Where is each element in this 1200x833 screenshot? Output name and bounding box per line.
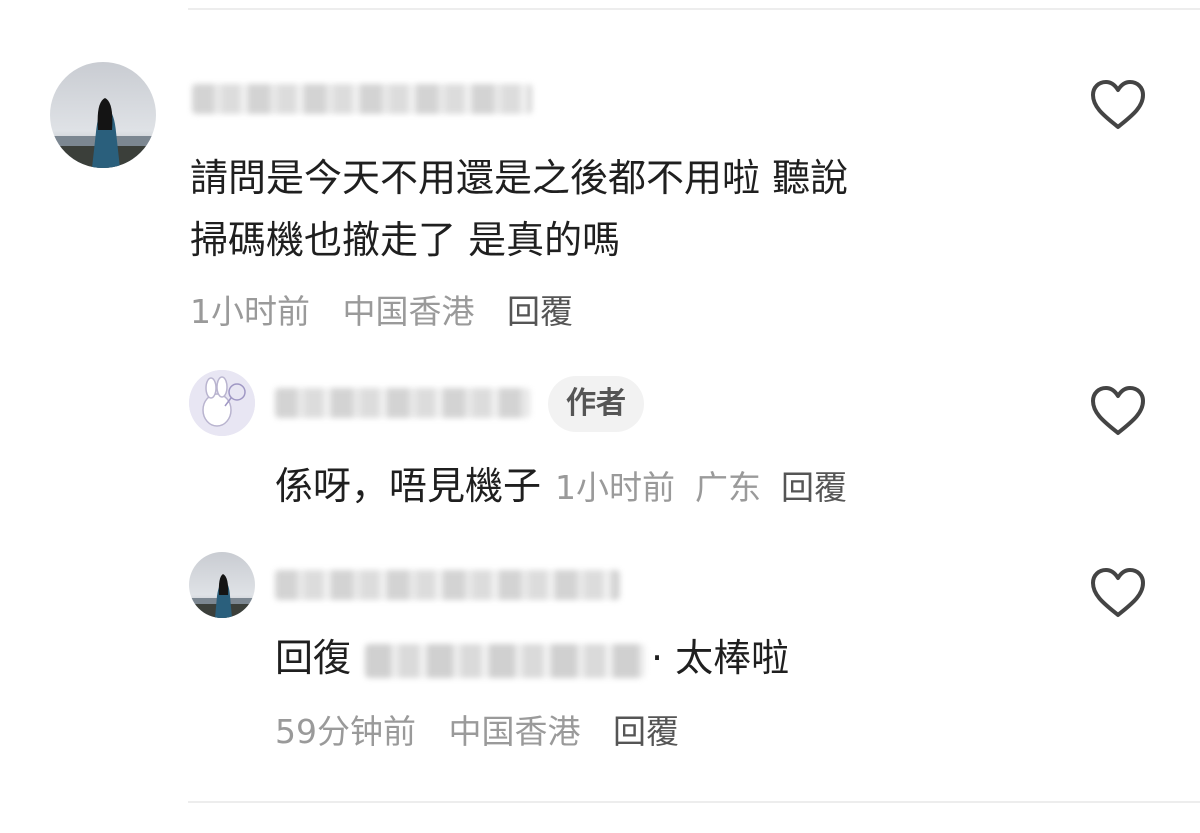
reply-content: · 太棒啦 (651, 636, 790, 680)
heart-outline-icon[interactable] (1088, 384, 1148, 438)
author-badge: 作者 (548, 376, 644, 432)
avatar[interactable] (50, 62, 156, 168)
username-blurred[interactable] (275, 570, 620, 600)
reply-button[interactable]: 回覆 (613, 712, 679, 751)
comment-text-line-1: 請問是今天不用還是之後都不用啦 聽說 (190, 156, 849, 200)
heart-outline-icon[interactable] (1088, 566, 1148, 620)
reply-meta: 1小时前 广东 回覆 (555, 468, 847, 507)
comment-time: 1小时前 (190, 292, 310, 331)
heart-outline-icon[interactable] (1088, 78, 1148, 132)
reply-meta: 59分钟前 中国香港 回覆 (275, 705, 679, 753)
username-blurred[interactable] (275, 388, 530, 418)
reply-button[interactable]: 回覆 (507, 292, 573, 331)
reply-text: 回復 · 太棒啦 (275, 628, 789, 688)
reply-time: 1小时前 (555, 468, 676, 507)
avatar[interactable] (189, 370, 255, 436)
reply-content: 係呀，唔見機子 (275, 464, 542, 508)
mentioned-username-blurred[interactable] (365, 643, 646, 678)
avatar[interactable] (189, 552, 255, 618)
reply-prefix: 回復 (275, 636, 352, 680)
comment-text-line-2: 掃碼機也撤走了 是真的嗎 (190, 218, 621, 262)
reply-location: 广东 (695, 468, 762, 507)
username-blurred[interactable] (192, 84, 532, 114)
bottom-divider (188, 801, 1200, 803)
reply-button[interactable]: 回覆 (781, 468, 847, 507)
comment-location: 中国香港 (342, 292, 475, 331)
reply-time: 59分钟前 (275, 712, 416, 751)
reply-location: 中国香港 (448, 712, 581, 751)
top-divider (188, 8, 1200, 10)
comment-meta: 1小时前 中国香港 回覆 (190, 285, 573, 333)
reply-text: 係呀，唔見機子 1小时前 广东 回覆 (275, 456, 847, 518)
